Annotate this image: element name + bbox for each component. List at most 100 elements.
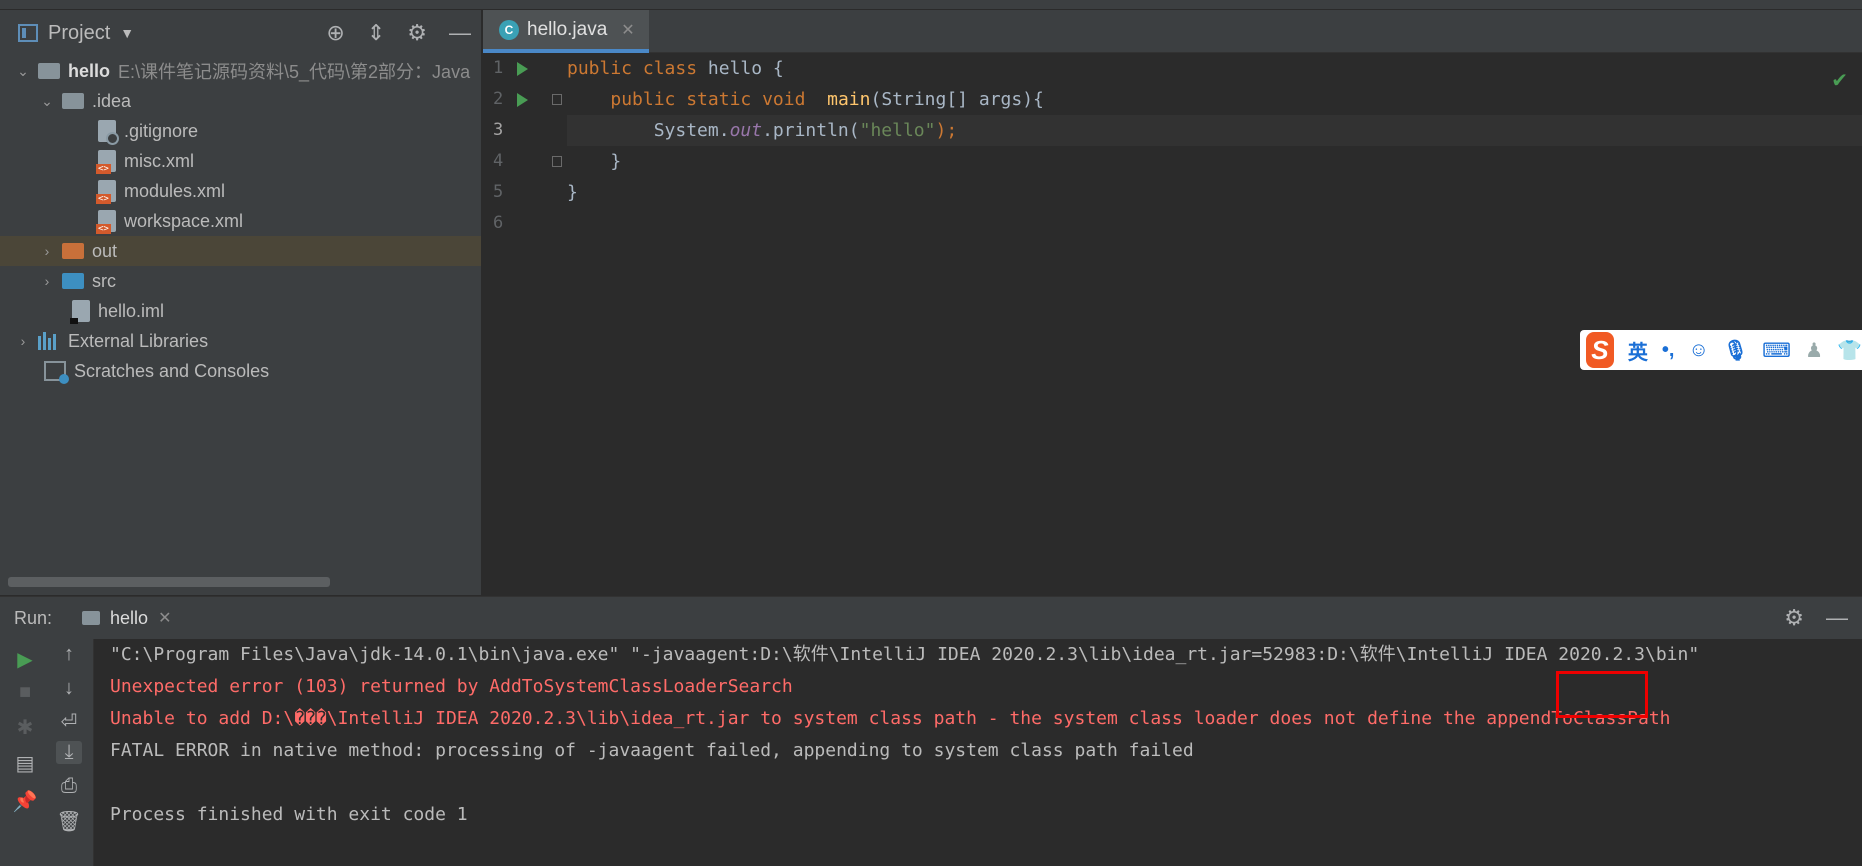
- highlight-box: [1556, 671, 1648, 718]
- gear-icon[interactable]: ⚙: [407, 20, 427, 46]
- tree-item-label: .gitignore: [124, 120, 199, 141]
- chevron-down-icon[interactable]: ⌄: [14, 63, 32, 80]
- tab-hello-java[interactable]: C hello.java ✕: [483, 10, 649, 53]
- gear-icon[interactable]: ⚙: [1784, 605, 1804, 631]
- gutter: 1 2 3 4 5 6: [483, 53, 592, 239]
- console-line: "C:\Program Files\Java\jdk-14.0.1\bin\ja…: [110, 644, 1700, 665]
- tree-item-label: .idea: [92, 90, 132, 111]
- skin-icon[interactable]: 👕: [1837, 338, 1862, 363]
- stop-icon[interactable]: ■: [12, 681, 38, 704]
- close-icon[interactable]: ✕: [158, 608, 171, 628]
- tree-item-hello[interactable]: ⌄ hello E:\课件笔记源码资料\5_代码\第2部分：Java: [0, 56, 481, 86]
- fold-icon[interactable]: [552, 156, 562, 167]
- console-output[interactable]: "C:\Program Files\Java\jdk-14.0.1\bin\ja…: [110, 639, 1862, 866]
- emoji-icon[interactable]: ☺: [1688, 339, 1708, 362]
- print-icon[interactable]: ⎙: [56, 775, 82, 798]
- tree-item-modules-xml[interactable]: modules.xml: [0, 176, 481, 206]
- scratches-icon: [44, 361, 69, 384]
- tree-item-idea[interactable]: ⌄ .idea: [0, 86, 481, 116]
- project-view-icon: [18, 24, 38, 42]
- project-panel: Project ▼ ⊕ ⇕ ⚙ — ⌄ hello E:\课件笔记源码资料\5_…: [0, 10, 482, 595]
- chevron-right-icon[interactable]: ›: [38, 273, 56, 289]
- user-icon[interactable]: ♟: [1805, 338, 1823, 363]
- soft-wrap-icon[interactable]: ⏎: [56, 709, 82, 734]
- xml-file-icon: [96, 180, 116, 204]
- run-tab-label: hello: [110, 607, 149, 628]
- close-icon[interactable]: ✕: [621, 20, 634, 40]
- chevron-down-icon[interactable]: ▼: [120, 25, 134, 41]
- rerun-icon[interactable]: ▶: [12, 647, 38, 672]
- pin-icon[interactable]: 📌: [12, 789, 38, 814]
- tree-item-label: out: [92, 240, 118, 261]
- tree-item-label: Scratches and Consoles: [74, 360, 270, 381]
- run-toolbar-right: ⚙ —: [1784, 605, 1848, 631]
- run-toolbar-left: ▶ ■ ✱ ▤ 📌: [0, 639, 44, 866]
- chevron-right-icon[interactable]: ›: [14, 333, 32, 349]
- fold-icon[interactable]: [552, 94, 562, 105]
- run-icon[interactable]: [517, 62, 528, 76]
- title-bar: [0, 0, 1862, 10]
- tree-item-label: src: [92, 270, 116, 291]
- arrow-up-icon[interactable]: ↑: [56, 643, 82, 666]
- line-number: 6: [493, 213, 504, 233]
- console-line: Process finished with exit code 1: [110, 804, 468, 825]
- tree-item-label: hello.iml: [98, 300, 165, 321]
- tree-item-label: modules.xml: [124, 180, 226, 201]
- debug-icon[interactable]: ✱: [12, 715, 38, 740]
- java-class-icon: C: [499, 19, 519, 40]
- code-line: public class hello {: [567, 58, 784, 79]
- hide-icon[interactable]: —: [1826, 605, 1848, 631]
- folder-icon: [62, 273, 84, 289]
- trash-icon[interactable]: 🗑: [56, 809, 82, 834]
- project-tree: ⌄ hello E:\课件笔记源码资料\5_代码\第2部分：Java ⌄ .id…: [0, 56, 481, 386]
- chevron-right-icon[interactable]: ›: [38, 243, 56, 259]
- tree-item-gitignore[interactable]: .gitignore: [0, 116, 481, 146]
- run-panel-header: Run: hello ✕ ⚙ —: [0, 597, 1862, 639]
- sogou-logo-icon[interactable]: S: [1586, 332, 1614, 368]
- scroll-to-end-icon[interactable]: ⤓: [56, 741, 82, 764]
- xml-file-icon: [96, 150, 116, 174]
- check-icon[interactable]: ✔: [1831, 68, 1848, 93]
- locate-icon[interactable]: ⊕: [326, 20, 344, 46]
- tree-item-label: External Libraries: [68, 330, 209, 351]
- editor: C hello.java ✕ 1 2 3 4 5 6 public class …: [483, 10, 1862, 595]
- editor-tabs: C hello.java ✕: [483, 10, 1862, 53]
- hide-icon[interactable]: —: [449, 20, 471, 46]
- tree-item-scratches[interactable]: Scratches and Consoles: [0, 356, 481, 386]
- ime-punctuation[interactable]: •,: [1662, 339, 1675, 362]
- collapse-all-icon[interactable]: ⇕: [367, 20, 385, 46]
- tab-label: hello.java: [527, 18, 608, 40]
- code-line: }: [610, 151, 622, 172]
- run-panel: Run: hello ✕ ⚙ — ▶ ■ ✱ ▤ 📌 ↑ ↓ ⏎ ⤓ ⎙ 🗑 "…: [0, 596, 1862, 866]
- tree-item-out[interactable]: › out: [0, 236, 481, 266]
- microphone-icon[interactable]: 🎙: [1723, 338, 1748, 363]
- tree-item-hello-iml[interactable]: hello.iml: [0, 296, 481, 326]
- line-number: 4: [483, 146, 562, 177]
- tree-item-src[interactable]: › src: [0, 266, 481, 296]
- code-line: System.out.println("hello");: [567, 115, 1862, 146]
- ime-mode[interactable]: 英: [1628, 336, 1648, 365]
- tree-item-misc-xml[interactable]: misc.xml: [0, 146, 481, 176]
- module-icon: [38, 63, 60, 79]
- arrow-down-icon[interactable]: ↓: [56, 677, 82, 700]
- tree-item-external-libraries[interactable]: › External Libraries: [0, 326, 481, 356]
- tree-item-label: misc.xml: [124, 150, 194, 171]
- project-panel-header[interactable]: Project ▼ ⊕ ⇕ ⚙ —: [0, 10, 481, 56]
- horizontal-scrollbar[interactable]: [8, 577, 330, 587]
- module-path: E:\课件笔记源码资料\5_代码\第2部分：Java: [118, 62, 471, 82]
- code-lines: public class hello { public static void …: [567, 53, 1862, 239]
- tree-item-workspace-xml[interactable]: workspace.xml: [0, 206, 481, 236]
- layout-icon[interactable]: ▤: [12, 751, 38, 776]
- folder-icon: [62, 93, 84, 109]
- line-number: 5: [493, 182, 504, 202]
- line-number: 3: [483, 115, 592, 146]
- keyboard-icon[interactable]: ⌨: [1762, 338, 1791, 363]
- run-tab-hello[interactable]: hello ✕: [82, 608, 171, 629]
- code-line: public static void main(String[] args){: [610, 89, 1044, 110]
- line-number: 1: [483, 53, 561, 84]
- run-icon[interactable]: [517, 93, 528, 107]
- ignore-file-icon: [98, 120, 119, 145]
- chevron-down-icon[interactable]: ⌄: [38, 93, 56, 110]
